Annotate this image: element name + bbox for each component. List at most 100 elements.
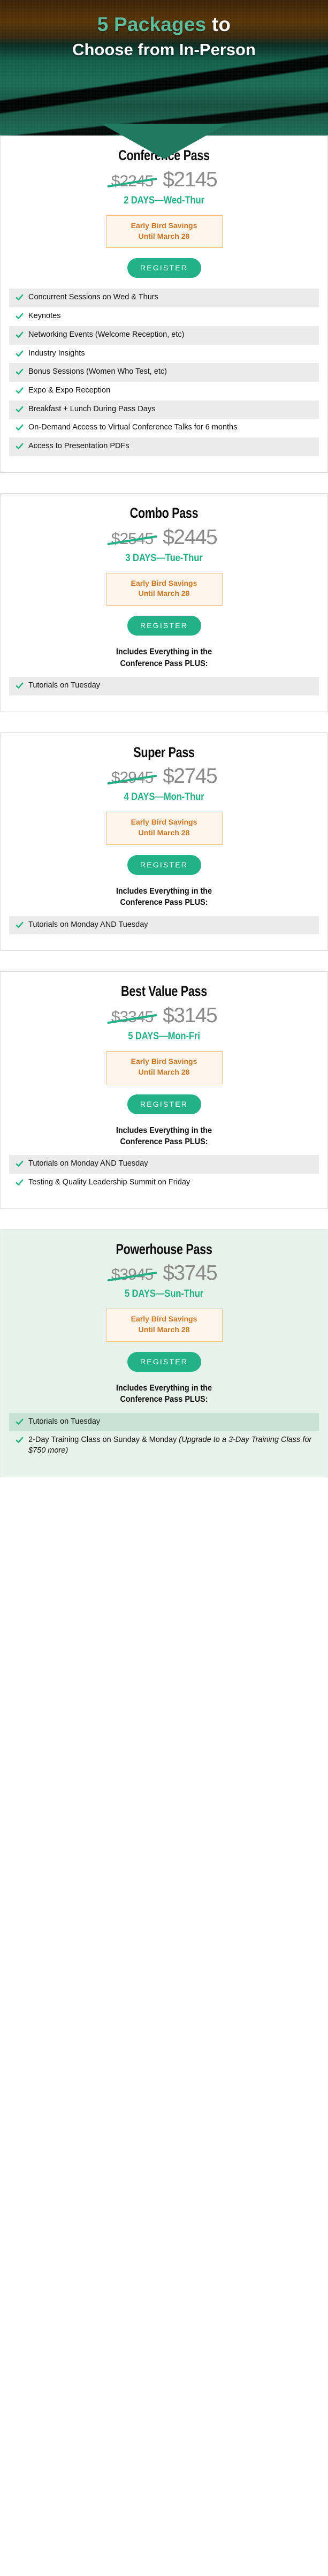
package-card: Combo Pass $2545 $2445 3 DAYS—Tue-Thur Early… bbox=[1, 493, 327, 712]
package-title: Combo Pass bbox=[129, 504, 199, 521]
package-title: Super Pass bbox=[133, 744, 195, 760]
includes-note-pass-name: Conference Pass bbox=[120, 1137, 183, 1146]
check-icon bbox=[16, 921, 24, 929]
original-price: $2545 bbox=[107, 530, 157, 548]
check-icon bbox=[16, 442, 24, 450]
current-price: $2445 bbox=[163, 525, 217, 549]
hero-title-line1: 5 Packages to bbox=[0, 13, 328, 36]
includes-note-line1: Includes Everything in the bbox=[116, 1125, 212, 1135]
includes-note: Includes Everything in the Conference Pas… bbox=[24, 1125, 304, 1148]
feature-text: Expo & Expo Reception bbox=[28, 386, 111, 395]
feature-text: Industry Insights bbox=[28, 349, 85, 358]
card-bottom-spacer bbox=[9, 934, 319, 938]
includes-note-line2: Conference Pass PLUS: bbox=[24, 658, 304, 669]
includes-note-pass-name: Conference Pass bbox=[120, 898, 183, 908]
includes-note-suffix: PLUS: bbox=[182, 1395, 208, 1404]
feature-list: Tutorials on Monday AND Tuesday Testing &… bbox=[9, 1155, 319, 1192]
feature-item: 2-Day Training Class on Sunday & Monday … bbox=[9, 1431, 319, 1460]
feature-text: Testing & Quality Leadership Summit on F… bbox=[28, 1177, 190, 1187]
feature-item: Bonus Sessions (Women Who Test, etc) bbox=[9, 363, 319, 382]
check-icon bbox=[16, 387, 24, 395]
early-bird-line2: Until March 28 bbox=[138, 589, 190, 598]
feature-text: Tutorials on Tuesday bbox=[28, 1417, 101, 1426]
includes-note: Includes Everything in the Conference Pas… bbox=[24, 646, 304, 669]
includes-note-suffix: PLUS: bbox=[182, 898, 208, 908]
feature-list: Concurrent Sessions on Wed & Thurs Keynot… bbox=[9, 289, 319, 456]
check-icon bbox=[16, 1179, 24, 1187]
feature-text-main: 2-Day Training Class on Sunday & Monday bbox=[28, 1436, 179, 1445]
early-bird-line1: Early Bird Savings bbox=[131, 1315, 197, 1324]
check-icon bbox=[16, 312, 24, 320]
feature-text: Access to Presentation PDFs bbox=[28, 442, 129, 451]
price-row: $3345 $3145 bbox=[9, 1004, 319, 1028]
price-row: $2545 $2445 bbox=[9, 526, 319, 549]
check-icon bbox=[16, 405, 24, 413]
feature-text: Tutorials on Monday AND Tuesday bbox=[28, 1159, 148, 1168]
feature-item: Industry Insights bbox=[9, 345, 319, 364]
original-price: $3945 bbox=[107, 1266, 157, 1284]
card-bottom-spacer bbox=[9, 1461, 319, 1464]
feature-item: Tutorials on Tuesday bbox=[9, 676, 319, 696]
package-card: Super Pass $2945 $2745 4 DAYS—Mon-Thur Early… bbox=[1, 732, 327, 951]
package-title: Best Value Pass bbox=[121, 983, 207, 1000]
feature-text: Concurrent Sessions on Wed & Thurs bbox=[28, 293, 158, 302]
check-icon bbox=[16, 293, 24, 301]
feature-item: Testing & Quality Leadership Summit on F… bbox=[9, 1174, 319, 1192]
feature-text: 2-Day Training Class on Sunday & Monday … bbox=[28, 1435, 314, 1456]
feature-item: Keynotes bbox=[9, 307, 319, 326]
package-card-list: Conference Pass $2245 $2145 2 DAYS—Wed-Thur… bbox=[0, 135, 328, 1477]
hero-title-suffix: to bbox=[206, 13, 231, 35]
current-price: $2745 bbox=[163, 765, 217, 788]
feature-text: Networking Events (Welcome Reception, et… bbox=[28, 330, 185, 339]
register-button[interactable]: REGISTER bbox=[127, 258, 201, 278]
check-icon bbox=[16, 1418, 24, 1426]
card-bottom-spacer bbox=[9, 456, 319, 459]
package-card: Best Value Pass $3345 $3145 5 DAYS—Mon-Fri E… bbox=[1, 971, 327, 1209]
early-bird-line1: Early Bird Savings bbox=[131, 578, 197, 587]
package-days: 3 DAYS—Tue-Thur bbox=[125, 552, 203, 564]
register-button[interactable]: REGISTER bbox=[127, 855, 201, 875]
early-bird-notice: Early Bird Savings Until March 28 bbox=[105, 1309, 223, 1342]
current-price: $3745 bbox=[163, 1261, 217, 1285]
package-card: Powerhouse Pass $3945 $3745 5 DAYS—Sun-Thur… bbox=[1, 1229, 327, 1477]
early-bird-line1: Early Bird Savings bbox=[131, 1056, 197, 1066]
includes-note-line2: Conference Pass PLUS: bbox=[24, 1394, 304, 1405]
original-price: $3345 bbox=[107, 1008, 157, 1026]
feature-text: On-Demand Access to Virtual Conference T… bbox=[28, 423, 238, 432]
feature-item: Concurrent Sessions on Wed & Thurs bbox=[9, 289, 319, 308]
register-button[interactable]: REGISTER bbox=[127, 1094, 201, 1114]
includes-note-line1: Includes Everything in the bbox=[116, 1384, 212, 1393]
includes-note-suffix: PLUS: bbox=[182, 1137, 208, 1146]
hero-header: 5 Packages to Choose from In-Person bbox=[0, 0, 328, 159]
early-bird-notice: Early Bird Savings Until March 28 bbox=[105, 1051, 223, 1084]
early-bird-notice: Early Bird Savings Until March 28 bbox=[105, 812, 223, 845]
check-icon bbox=[16, 368, 24, 376]
feature-text: Bonus Sessions (Women Who Test, etc) bbox=[28, 367, 167, 376]
hero-title-accent: 5 Packages bbox=[97, 13, 207, 35]
feature-text: Tutorials on Tuesday bbox=[28, 681, 101, 690]
early-bird-line2: Until March 28 bbox=[138, 828, 190, 837]
early-bird-notice: Early Bird Savings Until March 28 bbox=[105, 572, 223, 606]
feature-list: Tutorials on Monday AND Tuesday bbox=[9, 916, 319, 935]
feature-item: Expo & Expo Reception bbox=[9, 382, 319, 401]
check-icon bbox=[16, 350, 24, 358]
check-icon bbox=[16, 331, 24, 339]
register-button[interactable]: REGISTER bbox=[127, 616, 201, 636]
package-days: 5 DAYS—Sun-Thur bbox=[124, 1288, 204, 1300]
original-price: $2245 bbox=[107, 172, 157, 191]
package-title: Powerhouse Pass bbox=[116, 1241, 212, 1257]
feature-item: Breakfast + Lunch During Pass Days bbox=[9, 400, 319, 419]
feature-item: Networking Events (Welcome Reception, et… bbox=[9, 326, 319, 345]
price-row: $3945 $3745 bbox=[9, 1261, 319, 1285]
card-bottom-spacer bbox=[9, 696, 319, 699]
early-bird-line2: Until March 28 bbox=[138, 231, 190, 240]
includes-note: Includes Everything in the Conference Pas… bbox=[24, 886, 304, 909]
feature-text: Tutorials on Monday AND Tuesday bbox=[28, 920, 148, 929]
register-button[interactable]: REGISTER bbox=[127, 1352, 201, 1372]
feature-item: On-Demand Access to Virtual Conference T… bbox=[9, 419, 319, 437]
package-days: 4 DAYS—Mon-Thur bbox=[124, 791, 204, 803]
includes-note-line2: Conference Pass PLUS: bbox=[24, 1136, 304, 1147]
early-bird-line1: Early Bird Savings bbox=[131, 221, 197, 230]
early-bird-notice: Early Bird Savings Until March 28 bbox=[105, 215, 223, 248]
feature-item: Access to Presentation PDFs bbox=[9, 437, 319, 456]
